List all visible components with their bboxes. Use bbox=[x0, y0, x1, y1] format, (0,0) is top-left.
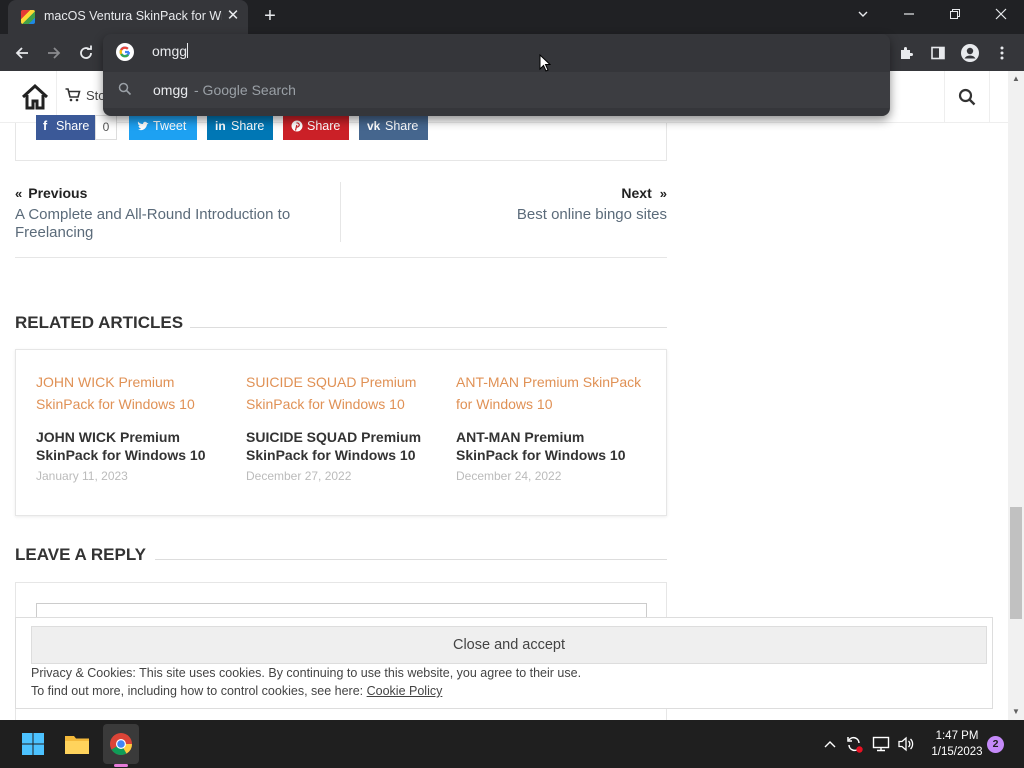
twitter-share-button[interactable]: Tweet bbox=[129, 115, 197, 140]
twitter-icon bbox=[137, 121, 149, 131]
chrome-taskbar-icon[interactable] bbox=[107, 730, 135, 758]
article-image-alt[interactable]: JOHN WICK Premium SkinPack for Windows 1… bbox=[36, 371, 226, 415]
address-bar-dropdown: omgg omgg - Google Search bbox=[103, 34, 890, 116]
new-tab-button[interactable]: + bbox=[259, 5, 281, 27]
site-favicon-icon bbox=[21, 10, 35, 24]
vk-icon: vk bbox=[367, 119, 381, 133]
linkedin-share-button[interactable]: in Share bbox=[207, 115, 273, 140]
previous-post-title[interactable]: A Complete and All-Round Introduction to… bbox=[15, 206, 335, 242]
close-and-accept-button[interactable]: Close and accept bbox=[31, 626, 987, 664]
chrome-running-indicator bbox=[114, 764, 128, 767]
network-icon[interactable] bbox=[871, 734, 891, 754]
extensions-puzzle-icon[interactable] bbox=[892, 39, 920, 67]
web-page: Sto f Share 0 Tweet in Share Share vk Sh… bbox=[0, 71, 1024, 720]
heading-rule bbox=[155, 559, 667, 560]
related-article-card[interactable]: JOHN WICK Premium SkinPack for Windows 1… bbox=[36, 371, 226, 483]
related-articles-box: JOHN WICK Premium SkinPack for Windows 1… bbox=[15, 349, 667, 516]
sync-alert-icon[interactable] bbox=[844, 734, 864, 754]
address-bar-input[interactable]: omgg bbox=[152, 43, 189, 59]
clock-date: 1/15/2023 bbox=[931, 746, 983, 758]
tab-search-chevron-icon[interactable] bbox=[840, 0, 886, 30]
system-clock[interactable]: 1:47 PM 1/15/2023 bbox=[920, 728, 994, 760]
file-explorer-icon[interactable] bbox=[63, 730, 91, 758]
browser-tab-active[interactable]: macOS Ventura SkinPack for Win ✕ bbox=[8, 0, 248, 34]
chrome-menu-icon[interactable] bbox=[988, 39, 1016, 67]
suggestion-query: omgg bbox=[153, 82, 189, 98]
profile-avatar-icon[interactable] bbox=[956, 39, 984, 67]
leave-reply-heading: LEAVE A REPLY bbox=[15, 545, 146, 564]
page-scrollbar[interactable]: ▲ ▼ bbox=[1008, 71, 1024, 720]
post-navigation: « Previous A Complete and All-Round Intro… bbox=[15, 176, 667, 258]
previous-post-link[interactable]: « Previous bbox=[15, 185, 87, 201]
article-date: January 11, 2023 bbox=[36, 469, 128, 483]
next-post-title[interactable]: Best online bingo sites bbox=[517, 206, 667, 223]
mouse-pointer-icon bbox=[539, 54, 551, 72]
home-icon[interactable] bbox=[16, 78, 54, 116]
cookie-more-info: To find out more, including how to contr… bbox=[31, 684, 442, 698]
windows-taskbar: 1:47 PM 1/15/2023 2 bbox=[0, 720, 1024, 768]
text-cursor bbox=[187, 43, 189, 58]
pinterest-icon bbox=[291, 120, 303, 132]
article-image-alt[interactable]: ANT-MAN Premium SkinPack for Windows 10 bbox=[456, 371, 646, 415]
tab-title: macOS Ventura SkinPack for Win bbox=[44, 9, 222, 23]
article-title[interactable]: ANT-MAN Premium SkinPack for Windows 10 bbox=[456, 428, 646, 464]
pinterest-share-label: Share bbox=[307, 119, 341, 133]
chevron-right-icon: » bbox=[659, 186, 667, 201]
twitter-share-label: Tweet bbox=[153, 119, 187, 133]
facebook-share-button[interactable]: f Share bbox=[36, 115, 95, 140]
address-bar-typed-text: omgg bbox=[152, 43, 188, 59]
cookie-banner: Close and accept Privacy & Cookies: This… bbox=[15, 617, 993, 709]
linkedin-icon: in bbox=[215, 119, 226, 133]
previous-label: Previous bbox=[28, 185, 88, 201]
nav-divider bbox=[340, 182, 341, 242]
scroll-up-arrow-icon[interactable]: ▲ bbox=[1012, 74, 1020, 83]
back-button[interactable] bbox=[8, 39, 36, 67]
pinterest-share-button[interactable]: Share bbox=[283, 115, 349, 140]
scroll-down-arrow-icon[interactable]: ▼ bbox=[1012, 707, 1020, 716]
browser-titlebar: macOS Ventura SkinPack for Win ✕ + bbox=[0, 0, 1024, 34]
linkedin-share-label: Share bbox=[231, 119, 265, 133]
suggestion-source: - Google Search bbox=[194, 82, 296, 98]
volume-icon[interactable] bbox=[896, 734, 916, 754]
article-title[interactable]: JOHN WICK Premium SkinPack for Windows 1… bbox=[36, 428, 226, 464]
show-hidden-icons-chevron-icon[interactable] bbox=[820, 734, 840, 754]
clock-time: 1:47 PM bbox=[935, 730, 979, 742]
article-image-alt[interactable]: SUICIDE SQUAD Premium SkinPack for Windo… bbox=[246, 371, 436, 415]
vk-share-button[interactable]: vk Share bbox=[359, 115, 428, 140]
cookie-notice-text: Privacy & Cookies: This site uses cookie… bbox=[31, 666, 582, 680]
cookie-more-info-text: To find out more, including how to contr… bbox=[31, 684, 364, 698]
facebook-share-label: Share bbox=[56, 119, 90, 133]
header-search-icon[interactable] bbox=[944, 71, 990, 123]
windows-start-icon[interactable] bbox=[19, 730, 47, 758]
cookie-policy-link[interactable]: Cookie Policy bbox=[367, 684, 443, 698]
next-post-link[interactable]: Next » bbox=[621, 185, 667, 201]
minimize-button[interactable] bbox=[886, 0, 932, 30]
google-g-icon bbox=[116, 43, 134, 61]
next-label: Next bbox=[621, 185, 652, 201]
article-title[interactable]: SUICIDE SQUAD Premium SkinPack for Windo… bbox=[246, 428, 436, 464]
related-article-card[interactable]: SUICIDE SQUAD Premium SkinPack for Windo… bbox=[246, 371, 436, 483]
chevron-left-icon: « bbox=[15, 186, 23, 201]
cart-icon bbox=[65, 88, 81, 102]
search-icon bbox=[118, 82, 132, 96]
heading-rule bbox=[190, 327, 667, 328]
side-panel-icon[interactable] bbox=[924, 39, 952, 67]
vk-share-label: Share bbox=[385, 119, 419, 133]
facebook-share-count: 0 bbox=[95, 115, 117, 140]
forward-button[interactable] bbox=[40, 39, 68, 67]
related-articles-heading: RELATED ARTICLES bbox=[15, 313, 184, 332]
scroll-thumb[interactable] bbox=[1010, 507, 1022, 619]
facebook-icon: f bbox=[43, 119, 48, 133]
reload-button[interactable] bbox=[72, 39, 100, 67]
restore-button[interactable] bbox=[932, 0, 978, 30]
related-article-card[interactable]: ANT-MAN Premium SkinPack for Windows 10 … bbox=[456, 371, 646, 483]
tab-close-icon[interactable]: ✕ bbox=[224, 7, 242, 25]
close-window-button[interactable] bbox=[978, 0, 1024, 30]
notification-badge[interactable]: 2 bbox=[987, 736, 1004, 753]
omnibox-suggestion[interactable]: omgg - Google Search bbox=[103, 72, 890, 108]
article-date: December 24, 2022 bbox=[456, 469, 562, 483]
article-date: December 27, 2022 bbox=[246, 469, 352, 483]
